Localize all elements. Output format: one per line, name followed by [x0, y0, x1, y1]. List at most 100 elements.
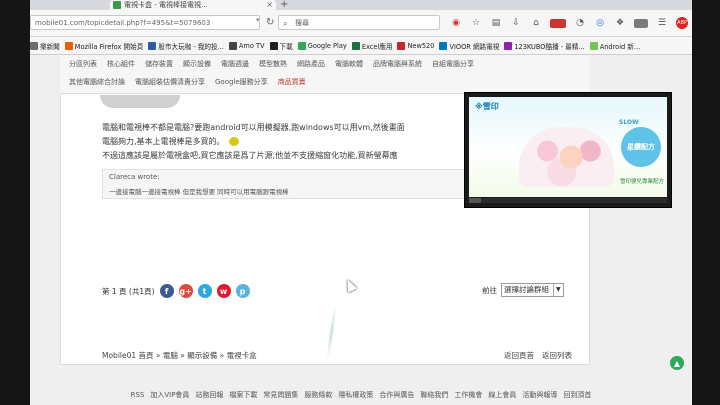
bookmark-favicon-icon: [504, 41, 513, 50]
reading-list-icon[interactable]: ▤: [490, 17, 502, 29]
facebook-share-icon[interactable]: f: [159, 284, 174, 298]
scroll-top-button[interactable]: ▲: [670, 356, 684, 370]
bookmarks-toolbar: 樂新聞 Mozilla Firefox 開始頁 股市大玩咖 - 我的投... Amo …: [30, 37, 692, 55]
bookmark-item[interactable]: 樂新聞: [30, 41, 60, 51]
quote-text: 一邊接電腦一邊接電視棒 但是我想要 同時可以用電腦跟電視棒: [109, 188, 289, 196]
footer-link[interactable]: 加入VIP會員: [150, 391, 189, 399]
subnav-link[interactable]: 核心組件: [102, 59, 140, 69]
bookmark-label: 下載: [279, 42, 293, 51]
bookmark-item[interactable]: 股市大玩咖 - 我的投...: [148, 41, 224, 51]
addon-red-icon[interactable]: [550, 18, 566, 28]
footer-link[interactable]: 檔案下載: [229, 391, 257, 399]
bookmark-item[interactable]: Android 新...: [589, 41, 640, 51]
bookmark-label: Google Play: [307, 41, 347, 50]
subnav-link[interactable]: 分區列表: [64, 59, 102, 69]
video-children-image: [519, 127, 614, 187]
menu-icon[interactable]: ☰: [656, 17, 668, 29]
plurk-share-icon[interactable]: p: [235, 284, 250, 298]
footer-link[interactable]: 合作與廣告: [379, 391, 414, 399]
footer-link[interactable]: 聯絡我們: [420, 391, 448, 399]
subnav-link[interactable]: 儲存裝置: [140, 59, 178, 69]
home-icon[interactable]: ⌂: [530, 17, 542, 29]
emoticon-icon: [228, 137, 239, 146]
tab-active[interactable]: 電視卡盒 - 電視棒接電視... ×: [110, 0, 276, 10]
bookmark-item[interactable]: Mozilla Firefox 開始頁: [64, 41, 143, 51]
footer-link[interactable]: 回到頂首: [563, 391, 591, 399]
video-frame: ※雪印 SLOW 星鑽配方 雪印嬰兒專業配方: [469, 97, 667, 197]
twitter-share-icon[interactable]: t: [197, 284, 212, 298]
video-caption: 雪印嬰兒專業配方: [619, 179, 664, 185]
tab-favicon-icon: [113, 1, 121, 9]
quote-author: Clareca wrote:: [109, 173, 160, 181]
video-ad-player[interactable]: ※雪印 SLOW 星鑽配方 雪印嬰兒專業配方: [464, 92, 672, 208]
back-to-list-link[interactable]: 返回列表: [542, 350, 572, 361]
subnav-link[interactable]: Google服務分享: [210, 77, 273, 87]
footer-link[interactable]: 線上會員: [488, 391, 516, 399]
toolbar-icons: ◉ ☆ ▤ ⇩ ⌂ ◔ ◎ ❖ ☰ ABP ▾: [450, 16, 692, 30]
bookmark-item[interactable]: Excel應用: [351, 41, 392, 51]
bookmark-label: 123KUBO酷播 - 最精...: [514, 42, 585, 51]
subnav-link[interactable]: 品牌電腦與系統: [368, 59, 427, 69]
subnav-link[interactable]: 其他電腦綜合討論: [64, 77, 130, 87]
search-icon: ⌕: [283, 19, 288, 28]
tab-title: 電視卡盒 - 電視棒接電視...: [124, 1, 208, 9]
chevron-down-icon: ▼: [553, 284, 561, 296]
footer-link[interactable]: 活動與報導: [522, 391, 557, 399]
close-tab-icon[interactable]: ×: [266, 0, 273, 10]
navigation-bar: mobile01.com/topicdetail.php?f=495&t=507…: [30, 10, 692, 37]
footer-link[interactable]: 隱私權政策: [338, 391, 373, 399]
video-progress-fill: [469, 198, 481, 203]
new-tab-button[interactable]: +: [280, 0, 288, 10]
adblock-icon[interactable]: ABP: [676, 17, 688, 29]
bookmark-item[interactable]: Google Play: [297, 41, 347, 50]
bookmark-item[interactable]: VIOOR 網路電視: [439, 41, 499, 51]
search-input[interactable]: ⌕ 搜尋: [278, 15, 440, 30]
post-line-2: 電腦夠力,基本上電視棒是多買的。: [102, 135, 502, 149]
addon-grey-icon[interactable]: [634, 18, 648, 28]
subnav-row-2: 其他電腦綜合討論 電腦組裝估價清責分享 Google服務分享 商品買賣: [64, 77, 311, 87]
footer-link[interactable]: 站務回報: [195, 391, 223, 399]
pocket-icon[interactable]: ◉: [450, 17, 462, 29]
footer-link[interactable]: 常見問題集: [263, 391, 298, 399]
video-progress-bar[interactable]: [469, 198, 667, 203]
bookmark-item[interactable]: 123KUBO酷播 - 最精...: [504, 41, 585, 51]
bookmark-label: 股市大玩咖 - 我的投...: [158, 42, 224, 51]
footer-link[interactable]: 服務條款: [304, 391, 332, 399]
goto-label: 前往: [482, 285, 497, 295]
subnav-link[interactable]: 模型散熱: [254, 59, 292, 69]
url-dropdown-icon[interactable]: ▾: [256, 16, 260, 24]
footer-link[interactable]: 工作機會: [454, 391, 482, 399]
bookmark-item[interactable]: 下載: [269, 41, 293, 51]
reload-icon[interactable]: ↻: [266, 17, 274, 28]
colorful-addon-icon[interactable]: ❖: [614, 17, 626, 29]
footer-link[interactable]: RSS: [131, 391, 145, 399]
subnav-link[interactable]: 電腦週邊: [216, 59, 254, 69]
page-label: 第 1 頁 (共1頁): [102, 286, 155, 296]
bookmark-favicon-icon: [30, 41, 38, 50]
bookmark-star-icon[interactable]: ☆: [470, 17, 482, 29]
subnav-link[interactable]: 電腦組裝估價清責分享: [130, 77, 210, 87]
sync-icon[interactable]: ◎: [594, 17, 606, 29]
quote-block: Clareca wrote: 一邊接電腦一邊接電視棒 但是我想要 同時可以用電腦…: [102, 169, 496, 199]
group-select[interactable]: 選擇討論群組 ▼: [501, 283, 564, 297]
bookmark-label: 樂新聞: [40, 42, 60, 51]
footer-links: RSS 加入VIP會員 站務回報 檔案下載 常見問題集 服務條款 隱私權政策 合作與廣告 聯絡我…: [30, 390, 692, 400]
subnav-link[interactable]: 自組電腦分享: [427, 59, 479, 69]
subnav-link[interactable]: 網路產品: [292, 59, 330, 69]
post-body: 電腦和電視棒不都是電腦?要跑android可以用模擬器,跑windows可以用v…: [102, 121, 502, 163]
google-plus-share-icon[interactable]: g+: [178, 284, 193, 298]
chat-icon[interactable]: ◔: [574, 17, 586, 29]
subnav-link-marketplace[interactable]: 商品買賣: [273, 77, 311, 87]
bookmark-item[interactable]: Amo TV: [228, 41, 265, 50]
subnav-link[interactable]: 電腦軟體: [330, 59, 368, 69]
bookmark-favicon-icon: [397, 41, 406, 50]
breadcrumb[interactable]: Mobile01 首頁 » 電腦 » 顯示設備 » 電視卡盒: [102, 350, 257, 361]
bookmark-item[interactable]: New520: [397, 41, 434, 50]
downloads-icon[interactable]: ⇩: [510, 17, 522, 29]
weibo-share-icon[interactable]: w: [216, 284, 231, 298]
back-to-top-link[interactable]: 返回頁首: [504, 350, 534, 361]
web-page: 分區列表 核心組件 儲存裝置 顯示設備 電腦週邊 模型散熱 網路產品 電腦軟體 品牌電腦與系統自…: [30, 55, 692, 405]
subnav-link[interactable]: 顯示設備: [178, 59, 216, 69]
url-bar[interactable]: mobile01.com/topicdetail.php?f=495&t=507…: [30, 15, 260, 30]
group-select-value: 選擇討論群組: [504, 285, 549, 294]
